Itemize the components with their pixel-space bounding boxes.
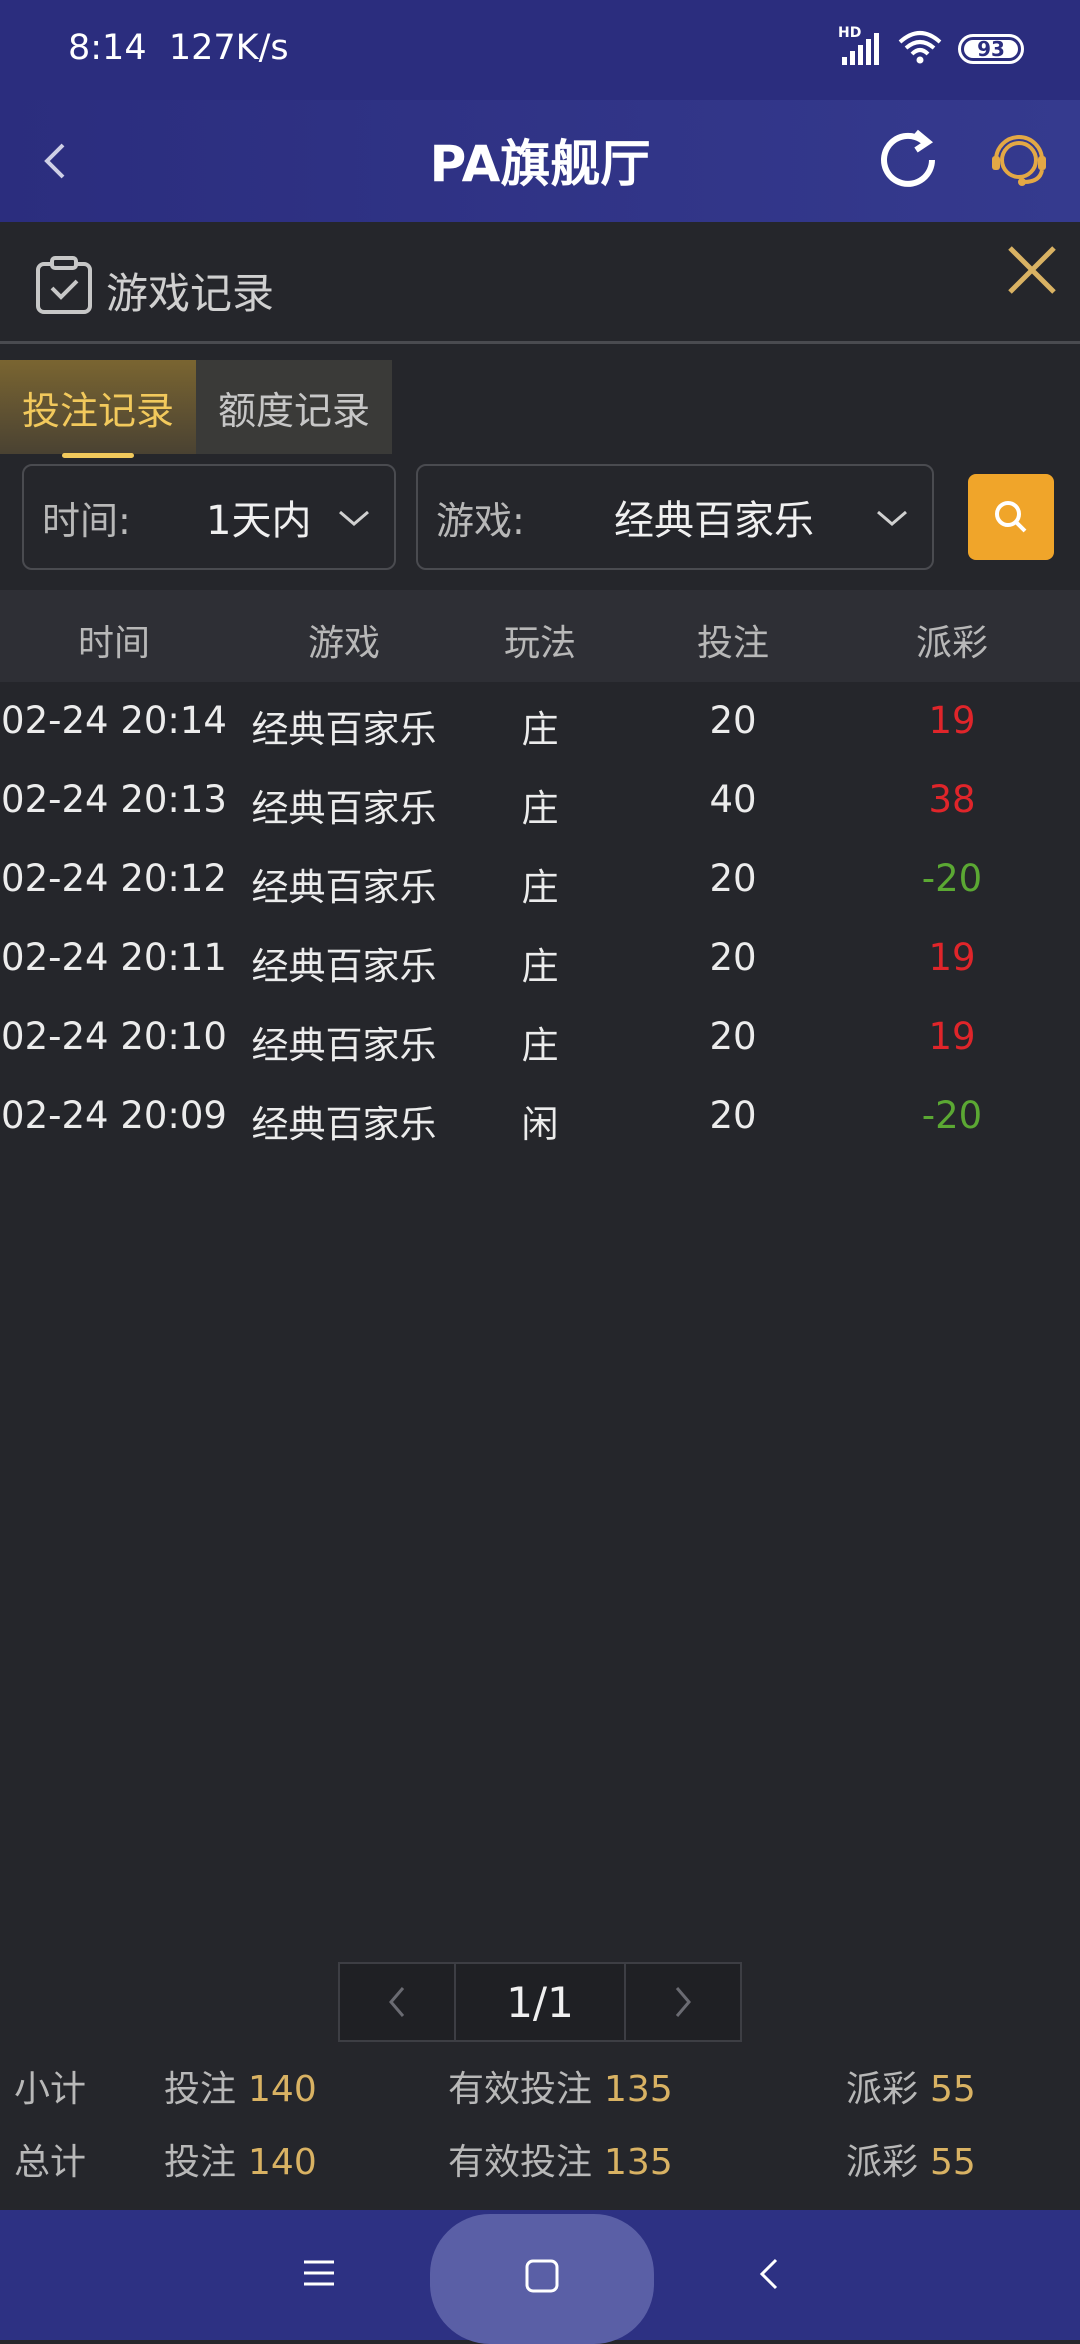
clipboard-check-icon bbox=[34, 256, 94, 316]
chevron-down-icon bbox=[877, 510, 907, 526]
chevron-down-icon bbox=[339, 510, 369, 526]
cell-time: 02-24 20:11 bbox=[1, 936, 227, 979]
column-header-bet: 投注 bbox=[696, 623, 770, 664]
time-filter-label: 时间: bbox=[42, 498, 131, 543]
tab-bet-records[interactable]: 投注记录 bbox=[0, 360, 196, 458]
cell-time: 02-24 20:10 bbox=[1, 1015, 227, 1058]
home-square-icon bbox=[525, 2259, 559, 2293]
total-bet: 投注 140 bbox=[164, 2142, 317, 2183]
wifi-icon bbox=[898, 30, 942, 68]
cell-bet: 40 bbox=[709, 778, 757, 821]
game-filter-value: 经典百家乐 bbox=[614, 498, 814, 544]
table-header: 时间 游戏 玩法 投注 派彩 bbox=[0, 590, 1080, 682]
cell-payout: -20 bbox=[921, 857, 983, 900]
nav-back-button[interactable] bbox=[756, 2256, 782, 2296]
cell-time: 02-24 20:12 bbox=[1, 857, 227, 900]
app-header: PA旗舰厅 bbox=[0, 100, 1080, 222]
status-bar: 8:14 127K/s HD 93 bbox=[0, 0, 1080, 100]
next-page-button[interactable] bbox=[626, 1964, 740, 2040]
panel-title: 游戏记录 bbox=[106, 269, 275, 318]
customer-service-button[interactable] bbox=[984, 124, 1054, 194]
cell-payout: 19 bbox=[928, 699, 976, 742]
system-nav-bar bbox=[0, 2210, 1080, 2344]
cell-game: 经典百家乐 bbox=[251, 787, 437, 830]
home-button[interactable] bbox=[430, 2214, 654, 2344]
game-filter-select[interactable]: 游戏: 经典百家乐 bbox=[416, 464, 934, 570]
cell-payout: 38 bbox=[928, 778, 976, 821]
total-valid-bet: 有效投注 135 bbox=[448, 2142, 673, 2183]
refresh-button[interactable] bbox=[870, 122, 946, 198]
cell-bet: 20 bbox=[709, 857, 757, 900]
menu-button[interactable] bbox=[302, 2256, 336, 2294]
status-time: 8:14 bbox=[68, 28, 147, 68]
cell-time: 02-24 20:09 bbox=[1, 1094, 227, 1137]
subtotal-row: 小计 投注 140 有效投注 135 派彩 55 bbox=[0, 2060, 1080, 2120]
cell-bet: 20 bbox=[709, 1015, 757, 1058]
record-tabs: 投注记录 额度记录 bbox=[0, 360, 392, 458]
table-row[interactable]: 02-24 20:14 经典百家乐 庄 20 19 bbox=[0, 683, 1080, 762]
chevron-right-icon bbox=[675, 1987, 691, 2017]
column-header-payout: 派彩 bbox=[915, 623, 989, 664]
cell-bet: 20 bbox=[709, 936, 757, 979]
cell-game: 经典百家乐 bbox=[251, 866, 437, 909]
cell-payout: 19 bbox=[928, 1015, 976, 1058]
signal-icon: HD bbox=[838, 25, 882, 67]
menu-icon bbox=[304, 2260, 334, 2286]
table-row[interactable]: 02-24 20:10 经典百家乐 庄 20 19 bbox=[0, 999, 1080, 1078]
cell-game: 经典百家乐 bbox=[251, 1103, 437, 1146]
cell-payout: -20 bbox=[921, 1094, 983, 1137]
pagination: 1/1 bbox=[338, 1962, 742, 2042]
search-button[interactable] bbox=[968, 474, 1054, 560]
panel-header: 游戏记录 bbox=[0, 222, 1080, 344]
total-row: 总计 投注 140 有效投注 135 派彩 55 bbox=[0, 2133, 1080, 2193]
subtotal-payout: 派彩 55 bbox=[846, 2069, 976, 2110]
cell-game: 经典百家乐 bbox=[251, 945, 437, 988]
page-indicator: 1/1 bbox=[454, 1964, 626, 2040]
cell-game: 经典百家乐 bbox=[251, 1024, 437, 1067]
cell-play: 庄 bbox=[521, 945, 559, 988]
status-icons: HD 93 bbox=[838, 25, 1024, 68]
refresh-icon bbox=[881, 129, 935, 187]
tab-credit-records[interactable]: 额度记录 bbox=[196, 360, 392, 454]
headset-icon bbox=[992, 135, 1046, 186]
subtotal-valid-bet: 有效投注 135 bbox=[448, 2069, 673, 2110]
column-header-time: 时间 bbox=[77, 623, 151, 664]
chevron-left-icon bbox=[389, 1987, 405, 2017]
cell-play: 庄 bbox=[521, 866, 559, 909]
cell-bet: 20 bbox=[709, 699, 757, 742]
close-icon bbox=[1008, 246, 1056, 294]
close-button[interactable] bbox=[1002, 240, 1062, 300]
cell-play: 闲 bbox=[521, 1103, 559, 1146]
column-header-play: 玩法 bbox=[503, 623, 577, 664]
cell-time: 02-24 20:13 bbox=[1, 778, 227, 821]
search-icon bbox=[995, 501, 1027, 533]
battery-level: 93 bbox=[977, 37, 1005, 61]
total-payout: 派彩 55 bbox=[846, 2142, 976, 2183]
table-row[interactable]: 02-24 20:11 经典百家乐 庄 20 19 bbox=[0, 920, 1080, 999]
prev-page-button[interactable] bbox=[340, 1964, 454, 2040]
cell-game: 经典百家乐 bbox=[251, 708, 437, 751]
total-label: 总计 bbox=[14, 2142, 87, 2183]
cell-payout: 19 bbox=[928, 936, 976, 979]
network-speed: 127K/s bbox=[168, 28, 289, 68]
subtotal-bet: 投注 140 bbox=[164, 2069, 317, 2110]
cell-play: 庄 bbox=[521, 1024, 559, 1067]
cell-bet: 20 bbox=[709, 1094, 757, 1137]
cell-play: 庄 bbox=[521, 708, 559, 751]
table-row[interactable]: 02-24 20:12 经典百家乐 庄 20 -20 bbox=[0, 841, 1080, 920]
cell-time: 02-24 20:14 bbox=[1, 699, 227, 742]
game-filter-label: 游戏: bbox=[436, 498, 525, 543]
back-arrow-icon bbox=[759, 2258, 778, 2290]
table-row[interactable]: 02-24 20:09 经典百家乐 闲 20 -20 bbox=[0, 1078, 1080, 1157]
cell-play: 庄 bbox=[521, 787, 559, 830]
column-header-game: 游戏 bbox=[307, 623, 381, 664]
subtotal-label: 小计 bbox=[14, 2069, 87, 2110]
table-row[interactable]: 02-24 20:13 经典百家乐 庄 40 38 bbox=[0, 762, 1080, 841]
status-time-speed: 8:14 127K/s bbox=[68, 28, 289, 68]
battery-icon: 93 bbox=[958, 34, 1024, 64]
time-filter-select[interactable]: 时间: 1天内 bbox=[22, 464, 396, 570]
time-filter-value: 1天内 bbox=[206, 498, 312, 544]
